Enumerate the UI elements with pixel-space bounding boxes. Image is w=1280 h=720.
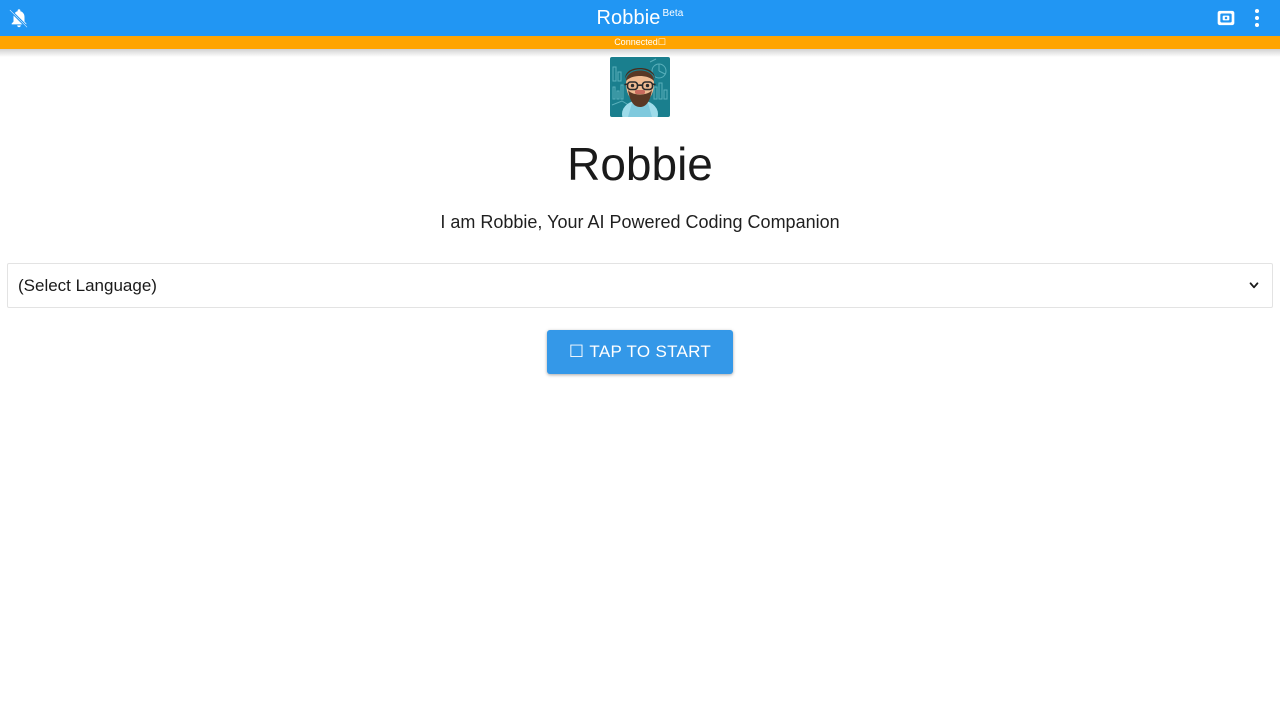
language-select-wrapper: (Select Language) (7, 262, 1273, 308)
connection-status-glyph: ☐ (657, 38, 666, 48)
kebab-dot (1255, 23, 1259, 27)
app-bar-right-group (1152, 7, 1272, 29)
app-bar: Robbie Beta (0, 0, 1280, 36)
start-button-row: ☐ TAP TO START (0, 329, 1280, 374)
start-button-label: TAP TO START (589, 341, 712, 361)
avatar (610, 57, 670, 117)
cast-icon[interactable] (1216, 8, 1236, 28)
page-title: Robbie (567, 138, 713, 190)
kebab-dot (1255, 16, 1259, 20)
tap-to-start-button[interactable]: ☐ TAP TO START (546, 329, 734, 374)
page-subtitle: I am Robbie, Your AI Powered Coding Comp… (440, 211, 840, 232)
connection-status-banner: Connected☐ (0, 36, 1280, 57)
bell-off-icon[interactable] (8, 7, 30, 29)
app-title-badge: Beta (662, 8, 684, 20)
kebab-dot (1255, 9, 1259, 13)
kebab-menu-icon[interactable] (1248, 7, 1266, 29)
app-bar-title: Robbie Beta (128, 8, 1152, 28)
language-select[interactable]: (Select Language) (7, 262, 1273, 308)
app-bar-left-group (8, 7, 128, 29)
app-title-text: Robbie (596, 7, 661, 29)
connection-status-text: Connected (614, 37, 658, 47)
start-button-glyph: ☐ (568, 341, 585, 362)
main-content: Robbie I am Robbie, Your AI Powered Codi… (0, 49, 1280, 374)
